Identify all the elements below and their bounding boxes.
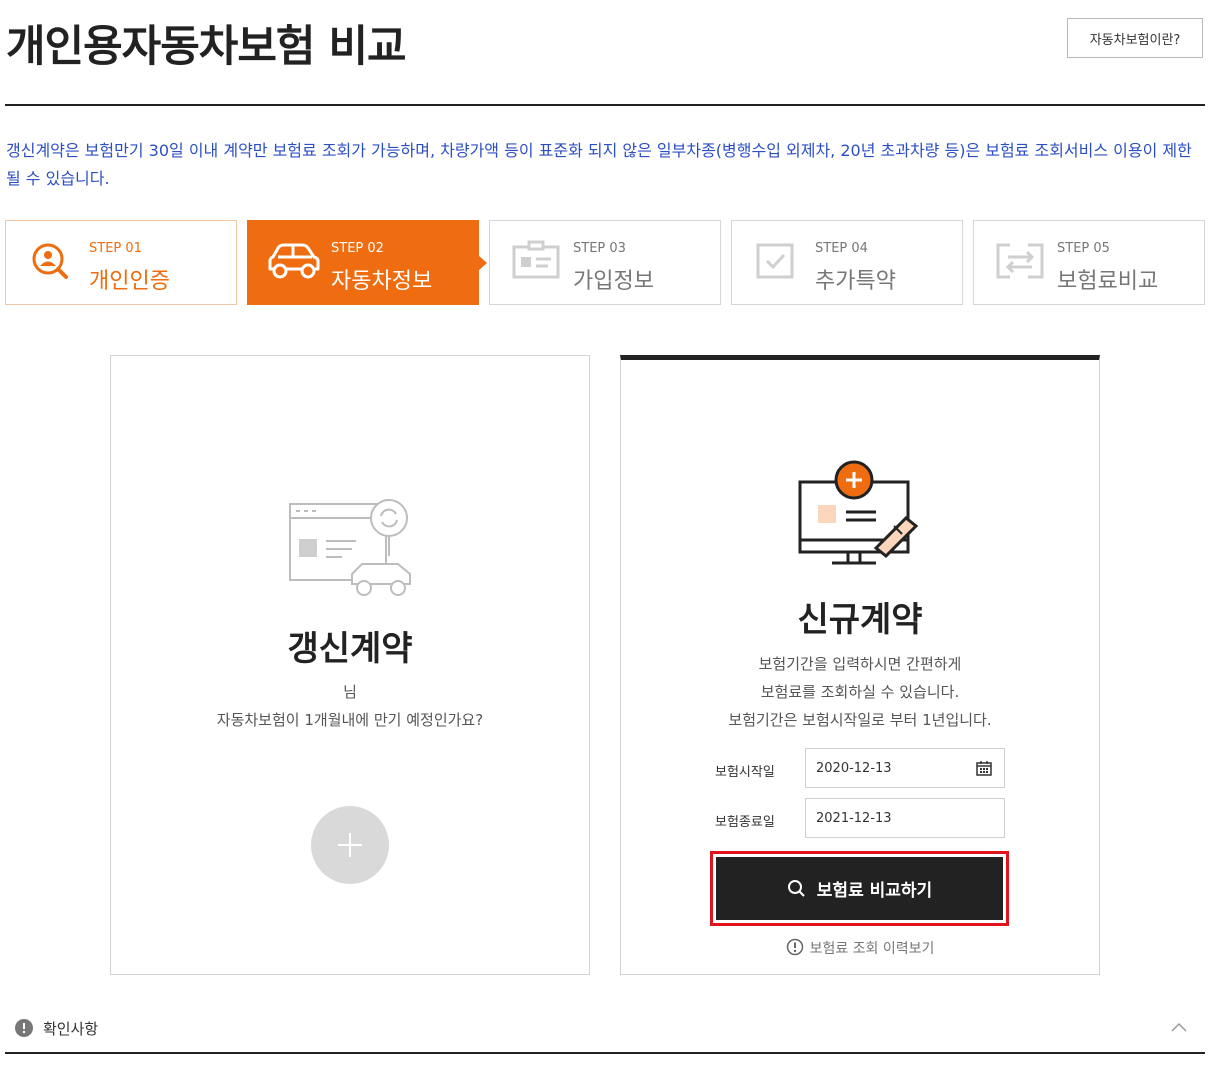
about-car-insurance-button[interactable]: 자동차보험이란? bbox=[1067, 18, 1203, 58]
header-divider bbox=[5, 104, 1205, 106]
step-4-number: STEP 04 bbox=[815, 241, 868, 256]
step-5-label: 보험료비교 bbox=[1057, 269, 1159, 294]
new-contract-desc-2: 보험료를 조회하실 수 있습니다. bbox=[760, 683, 960, 701]
new-contract-desc-3: 보험기간은 보험시작일로 부터 1년입니다. bbox=[728, 711, 992, 729]
confirm-section-label: 확인사항 bbox=[43, 1020, 99, 1038]
step-3-number: STEP 03 bbox=[573, 241, 626, 256]
step-1-label: 개인인증 bbox=[89, 269, 170, 294]
search-icon bbox=[787, 879, 805, 897]
step-1[interactable]: STEP 01 개인인증 bbox=[5, 220, 237, 305]
start-date-value: 2020-12-13 bbox=[816, 760, 892, 776]
info-icon bbox=[786, 938, 803, 956]
step-2-label: 자동차정보 bbox=[331, 269, 433, 294]
end-date-value: 2021-12-13 bbox=[816, 810, 892, 826]
start-date-field[interactable]: 2020-12-13 bbox=[805, 748, 1005, 788]
new-contract-title: 신규계약 bbox=[797, 600, 923, 640]
car-icon bbox=[268, 243, 320, 279]
compare-premium-button[interactable]: 보험료 비교하기 bbox=[716, 857, 1003, 920]
renewal-title: 갱신계약 bbox=[287, 629, 413, 669]
renewal-illustration-icon bbox=[289, 499, 411, 596]
new-contract-desc-1: 보험기간을 입력하시면 간편하게 bbox=[758, 655, 962, 673]
new-contract-card: 신규계약 보험기간을 입력하시면 간편하게 보험료를 조회하실 수 있습니다. … bbox=[620, 355, 1100, 975]
step-5-number: STEP 05 bbox=[1057, 241, 1110, 256]
exchange-icon bbox=[996, 243, 1044, 279]
chevron-up-icon[interactable] bbox=[1171, 1022, 1187, 1032]
step-4[interactable]: STEP 04 추가특약 bbox=[731, 220, 963, 305]
end-date-field[interactable]: 2021-12-13 bbox=[805, 798, 1005, 838]
step-1-number: STEP 01 bbox=[89, 241, 142, 256]
step-4-label: 추가특약 bbox=[815, 269, 896, 294]
renewal-user-name: 님 bbox=[343, 683, 357, 701]
step-2-number: STEP 02 bbox=[331, 241, 384, 256]
checkbox-icon bbox=[756, 243, 794, 279]
notice-text: 갱신계약은 보험만기 30일 이내 계약만 보험료 조회가 가능하며, 차량가액… bbox=[6, 141, 1192, 188]
renewal-contract-card[interactable]: 갱신계약 님 자동차보험이 1개월내에 만기 예정인가요? bbox=[110, 355, 590, 975]
confirm-section-toggle[interactable]: 확인사항 bbox=[5, 1004, 1205, 1054]
id-card-icon bbox=[512, 240, 560, 279]
premium-history-link[interactable]: 보험료 조회 이력보기 bbox=[621, 938, 1099, 958]
calendar-icon[interactable] bbox=[976, 760, 992, 776]
start-date-label: 보험시작일 bbox=[715, 765, 775, 780]
renewal-question: 자동차보험이 1개월내에 만기 예정인가요? bbox=[216, 711, 484, 729]
alert-icon bbox=[15, 1019, 33, 1037]
step-3[interactable]: STEP 03 가입정보 bbox=[489, 220, 721, 305]
step-3-label: 가입정보 bbox=[573, 269, 654, 294]
new-contract-illustration-icon bbox=[798, 460, 919, 565]
renewal-add-button[interactable] bbox=[311, 806, 389, 884]
step-5[interactable]: STEP 05 보험료비교 bbox=[973, 220, 1205, 305]
premium-history-label: 보험료 조회 이력보기 bbox=[809, 941, 935, 957]
compare-premium-label: 보험료 비교하기 bbox=[816, 881, 933, 901]
user-search-icon bbox=[32, 243, 68, 279]
end-date-label: 보험종료일 bbox=[715, 815, 775, 830]
page-title: 개인용자동차보험 비교 bbox=[6, 22, 407, 72]
step-2[interactable]: STEP 02 자동차정보 bbox=[247, 220, 487, 305]
